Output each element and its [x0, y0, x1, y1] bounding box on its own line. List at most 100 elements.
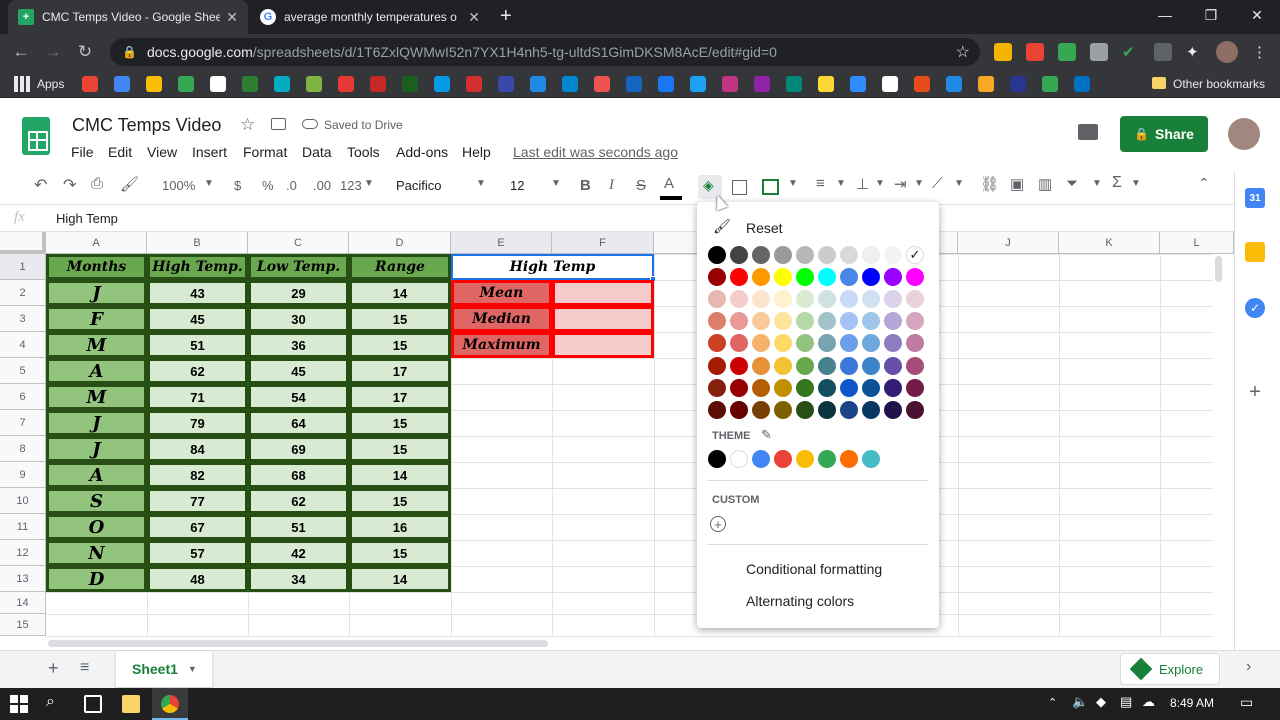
month-cell[interactable]: D	[46, 566, 147, 592]
color-swatch[interactable]	[840, 246, 858, 264]
color-swatch[interactable]	[884, 356, 902, 375]
column-header-d[interactable]: D	[349, 232, 451, 254]
color-swatch[interactable]	[796, 356, 814, 375]
vertical-scrollbar[interactable]	[1213, 254, 1225, 637]
store-icon[interactable]	[84, 695, 102, 713]
clock[interactable]: 8:49 AM	[1170, 696, 1214, 710]
color-swatch[interactable]	[708, 356, 726, 375]
bookmark-icon[interactable]	[978, 76, 994, 92]
row-header[interactable]: 15	[0, 614, 46, 636]
value-cell[interactable]: 64	[248, 410, 349, 436]
column-header-a[interactable]: A	[46, 232, 147, 254]
color-swatch[interactable]	[708, 334, 726, 353]
borders-icon[interactable]	[732, 180, 747, 195]
check-extension-icon[interactable]: ✔	[1122, 43, 1140, 61]
month-cell[interactable]: M	[46, 332, 147, 358]
font-select[interactable]: Pacifico	[396, 178, 442, 193]
tasks-icon[interactable]: ✓	[1245, 298, 1265, 318]
share-button[interactable]: 🔒 Share	[1120, 116, 1208, 152]
theme-color-swatch[interactable]	[862, 450, 880, 468]
value-cell[interactable]: 45	[248, 358, 349, 384]
theme-color-swatch[interactable]	[818, 450, 836, 468]
color-swatch[interactable]	[862, 268, 880, 287]
document-title[interactable]: CMC Temps Video	[72, 115, 221, 136]
chevron-right-icon[interactable]: ›	[1246, 658, 1251, 676]
scrollbar-thumb[interactable]	[1215, 256, 1222, 282]
color-swatch[interactable]	[730, 400, 748, 419]
color-swatch[interactable]	[708, 290, 726, 309]
facebook-bookmark-icon[interactable]	[658, 76, 674, 92]
color-swatch[interactable]	[730, 246, 748, 264]
sheets-logo-icon[interactable]	[22, 117, 50, 155]
undo-icon[interactable]: ↶	[34, 175, 47, 195]
explore-button[interactable]: Explore	[1120, 653, 1220, 685]
value-cell[interactable]: 43	[147, 280, 248, 306]
menu-addons[interactable]: Add-ons	[396, 144, 448, 160]
color-swatch[interactable]	[906, 400, 924, 419]
month-cell[interactable]: M	[46, 384, 147, 410]
color-swatch[interactable]	[730, 268, 748, 287]
alternating-colors-item[interactable]: Alternating colors	[746, 593, 854, 609]
collapse-menu-icon[interactable]: ⌃	[1198, 175, 1210, 192]
color-swatch[interactable]	[884, 268, 902, 287]
chevron-down-icon[interactable]: ▼	[364, 178, 374, 189]
color-swatch[interactable]	[796, 334, 814, 353]
more-formats-button[interactable]: 123	[340, 178, 362, 193]
horizontal-scrollbar[interactable]	[46, 637, 1216, 649]
calendar-icon[interactable]: 31	[1245, 188, 1265, 208]
dropbox-icon[interactable]: ◆	[1096, 694, 1106, 710]
color-swatch[interactable]	[708, 312, 726, 331]
chevron-down-icon[interactable]: ▼	[954, 178, 964, 189]
color-swatch[interactable]: ✓	[906, 246, 924, 264]
calendar-bookmark-icon[interactable]	[114, 76, 130, 92]
windows-start-icon[interactable]	[10, 695, 28, 713]
row-header[interactable]: 9	[0, 462, 46, 488]
color-swatch[interactable]	[752, 268, 770, 287]
value-cell[interactable]: 42	[248, 540, 349, 566]
chevron-down-icon[interactable]: ▼	[551, 178, 561, 189]
value-cell[interactable]: 15	[349, 436, 451, 462]
color-swatch[interactable]	[906, 312, 924, 331]
value-cell[interactable]: 14	[349, 462, 451, 488]
row-header[interactable]: 4	[0, 332, 46, 358]
color-swatch[interactable]	[752, 400, 770, 419]
color-swatch[interactable]	[884, 378, 902, 397]
edit-theme-icon[interactable]: ✎	[761, 427, 772, 443]
color-swatch[interactable]	[884, 400, 902, 419]
value-cell[interactable]: 15	[349, 306, 451, 332]
bookmark-icon[interactable]	[402, 76, 418, 92]
forward-icon[interactable]: →	[42, 41, 64, 63]
value-cell[interactable]: 15	[349, 332, 451, 358]
theme-color-swatch[interactable]	[796, 450, 814, 468]
formula-input[interactable]: High Temp	[56, 211, 118, 226]
value-cell[interactable]: 69	[248, 436, 349, 462]
stats-value-cell[interactable]	[552, 306, 654, 332]
month-cell[interactable]: N	[46, 540, 147, 566]
color-swatch[interactable]	[708, 268, 726, 287]
extension-icon[interactable]	[1058, 43, 1076, 61]
drive-bookmark-icon[interactable]	[1042, 76, 1058, 92]
color-swatch[interactable]	[752, 312, 770, 331]
chevron-down-icon[interactable]: ▼	[1131, 178, 1141, 189]
menu-insert[interactable]: Insert	[192, 144, 227, 160]
value-cell[interactable]: 82	[147, 462, 248, 488]
color-swatch[interactable]	[818, 312, 836, 331]
currency-button[interactable]: $	[234, 178, 241, 193]
close-tab-icon[interactable]: ✕	[468, 9, 480, 26]
column-header-j[interactable]: J	[958, 232, 1059, 254]
restore-icon[interactable]: ❐	[1188, 0, 1234, 30]
extension-icon[interactable]	[1026, 43, 1044, 61]
color-swatch[interactable]	[796, 312, 814, 331]
stats-label-cell[interactable]: Maximum	[451, 332, 552, 358]
color-swatch[interactable]	[818, 246, 836, 264]
color-swatch[interactable]	[708, 400, 726, 419]
star-icon[interactable]: ☆	[240, 115, 255, 135]
stats-value-cell[interactable]	[552, 332, 654, 358]
other-bookmarks[interactable]: Other bookmarks	[1173, 77, 1265, 91]
puzzle-extensions-icon[interactable]: ✦	[1186, 43, 1204, 61]
bookmark-icon[interactable]	[626, 76, 642, 92]
move-folder-icon[interactable]	[271, 118, 286, 130]
all-sheets-icon[interactable]: ≡	[80, 659, 89, 677]
stats-title-cell[interactable]: High Temp	[451, 254, 654, 280]
extension-icon[interactable]	[1154, 43, 1172, 61]
